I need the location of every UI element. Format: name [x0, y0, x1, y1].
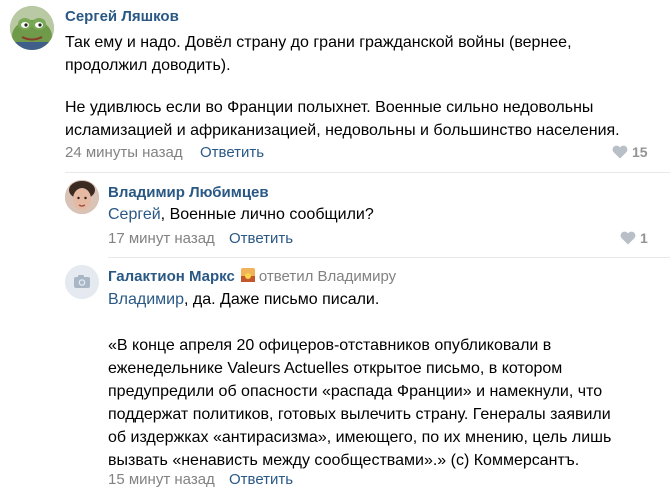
quote-line: поддержат политиков, готовых вылечить ст…: [108, 406, 611, 423]
heart-icon: [620, 231, 636, 245]
comment-text-line: Так ему и надо. Довёл страну до грани гр…: [65, 34, 572, 51]
comment-author[interactable]: Галактион Маркс: [108, 268, 235, 285]
user-photo-icon: [65, 180, 99, 214]
sunset-emoji-icon: [240, 268, 255, 282]
mention-link[interactable]: Владимир: [108, 291, 184, 308]
quote-line: предупредили об опасности «распада Франц…: [108, 383, 603, 400]
heart-icon: [612, 145, 628, 159]
frog-avatar-icon: [10, 6, 54, 50]
comment-text-rest: , да. Даже письмо писали.: [184, 291, 380, 308]
mention-link[interactable]: Сергей: [108, 206, 161, 223]
comment-time[interactable]: 15 минут назад: [108, 471, 215, 488]
camera-icon: [65, 265, 99, 299]
quote-line: «В конце апреля 20 офицеров-отставников …: [108, 337, 552, 354]
avatar-vladimir[interactable]: [65, 180, 99, 214]
comment-time[interactable]: 17 минут назад: [108, 230, 215, 247]
avatar-sergey[interactable]: [10, 6, 54, 50]
comment-author[interactable]: Сергей Ляшков: [65, 8, 179, 25]
comment-author-row: Галактион Маркс ответил Владимиру: [108, 268, 396, 285]
comment-text-line: продолжил доводить).: [65, 57, 231, 74]
like-count: 15: [632, 144, 648, 160]
comment-author[interactable]: Владимир Любимцев: [108, 184, 269, 201]
replied-to-label[interactable]: ответил Владимиру: [259, 268, 396, 285]
like-button[interactable]: 1: [620, 230, 648, 246]
like-count: 1: [640, 230, 648, 246]
divider: [108, 257, 670, 258]
comment-text-rest: , Военные лично сообщили?: [160, 206, 374, 223]
quote-line: еженедельнике Valeurs Actuelles открытое…: [108, 360, 563, 377]
comment-text: Сергей, Военные лично сообщили?: [108, 203, 374, 226]
reply-button[interactable]: Ответить: [200, 144, 264, 161]
quote-line: об издержках «антирасизма», имеющего, по…: [108, 429, 612, 446]
comment-text-line: исламизацией и африканизацией, недовольн…: [65, 122, 620, 139]
reply-button[interactable]: Ответить: [229, 230, 293, 247]
quote-line: вызвать «ненависть между сообществами».»…: [108, 452, 580, 469]
divider: [65, 172, 670, 173]
reply-button[interactable]: Ответить: [229, 471, 293, 488]
like-button[interactable]: 15: [612, 144, 648, 160]
avatar-galaktion[interactable]: [65, 265, 99, 299]
comment-time[interactable]: 24 минуты назад: [65, 144, 183, 161]
comment-text: Владимир, да. Даже письмо писали.: [108, 288, 379, 311]
comment-text-line: Не удивлюсь если во Франции полыхнет. Во…: [65, 99, 594, 116]
